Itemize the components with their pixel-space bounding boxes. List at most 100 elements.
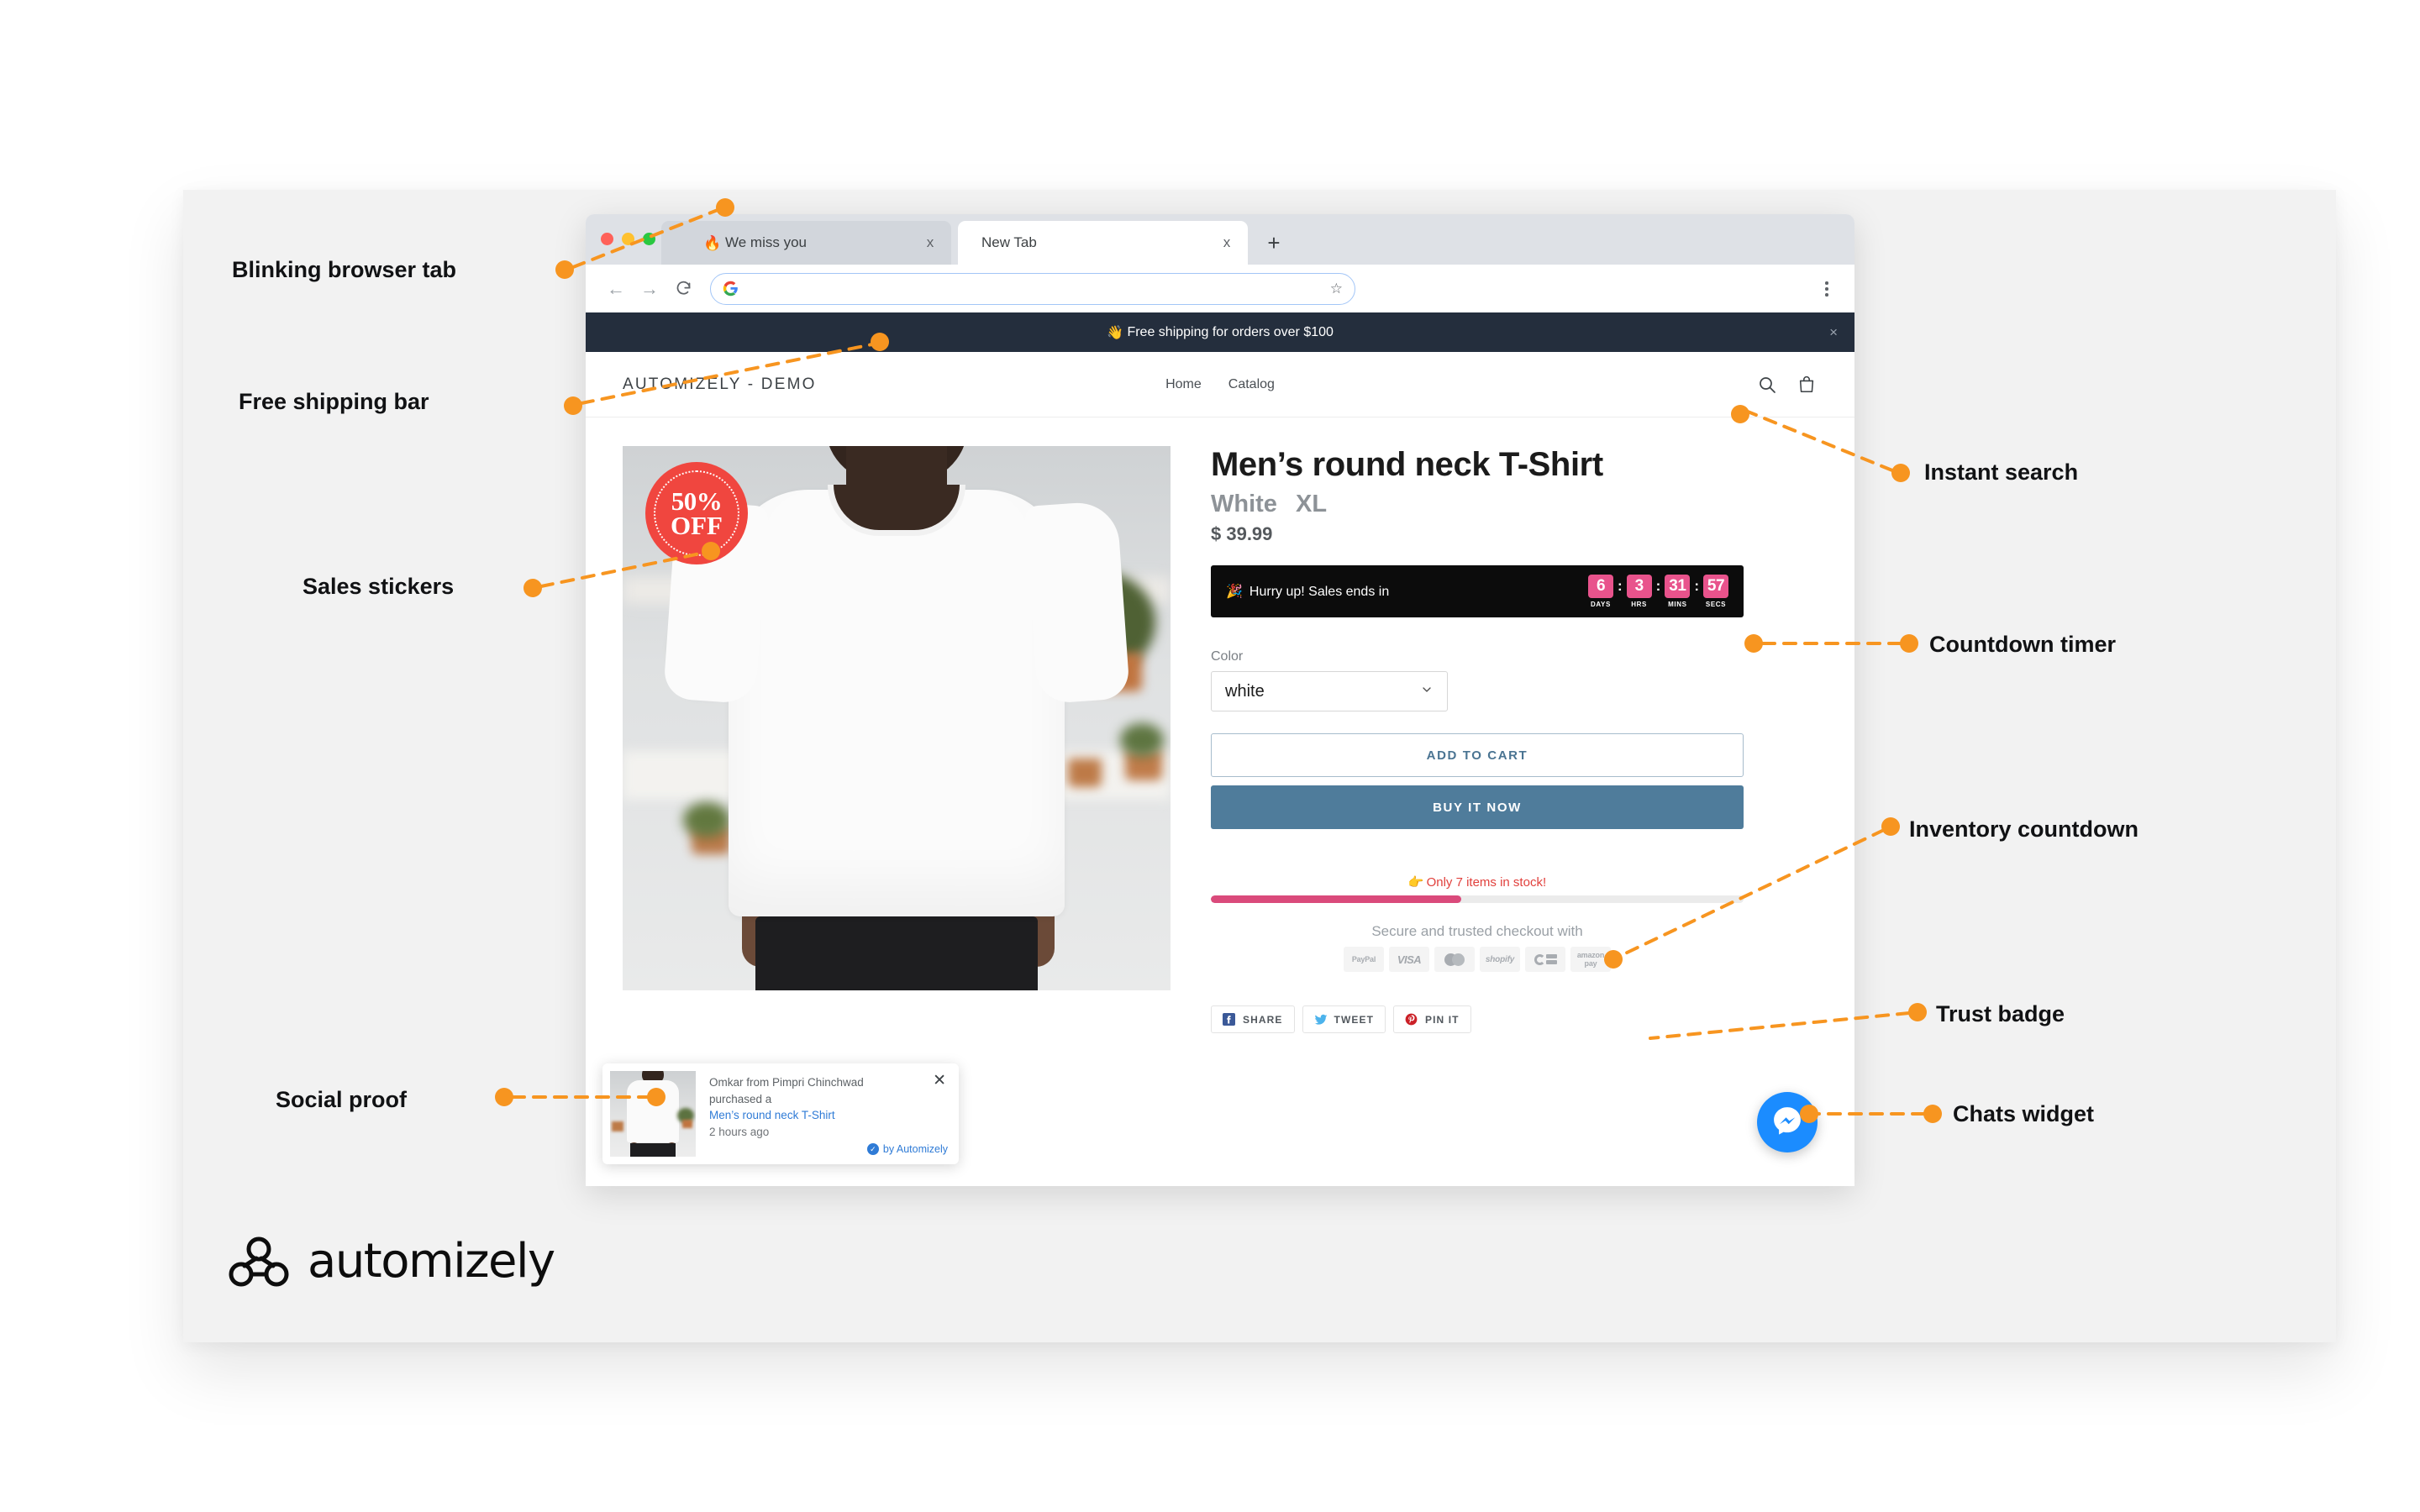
party-popper-icon: 🎉 [1226,585,1243,599]
annotation-social-proof: Social proof [276,1087,408,1112]
nav-item-catalog[interactable]: Catalog [1228,377,1275,392]
close-popup-button[interactable]: ✕ [933,1073,946,1089]
free-shipping-text: Free shipping for orders over $100 [1127,324,1334,339]
automizely-mark-icon [229,1236,289,1288]
chat-widget-button[interactable] [1757,1092,1818,1152]
messenger-icon [1769,1102,1806,1143]
store-header: AUTOMIZELY - DEMO Home Catalog [586,352,1854,417]
close-shipping-bar-button[interactable]: × [1829,324,1838,341]
bookmark-star-icon[interactable]: ☆ [1330,281,1343,297]
social-proof-attribution[interactable]: ✓ by Automizely [866,1143,948,1155]
google-g-icon [723,281,739,297]
automizely-logo: automizely [229,1234,555,1289]
maximize-window-button[interactable] [643,233,655,245]
thumbnail-image [610,1071,696,1157]
variant-size: XL [1296,491,1328,517]
share-facebook-label: SHARE [1243,1013,1283,1026]
share-pinterest-label: PIN IT [1425,1013,1460,1026]
share-twitter-button[interactable]: TWEET [1302,1005,1386,1033]
countdown-timer: 🎉 Hurry up! Sales ends in 6 DAYS : 3 HRS … [1211,565,1744,617]
background-pot [1068,759,1102,787]
countdown-separator: : [1655,578,1661,594]
share-twitter-label: TWEET [1334,1013,1375,1026]
pinterest-icon [1405,1013,1418,1026]
countdown-message-text: Hurry up! Sales ends in [1249,585,1390,599]
annotation-trust-badge: Trust badge [1936,1001,2065,1026]
social-proof-popup[interactable]: ✕ Omkar from Pimpri Chinchwad purchased … [602,1063,959,1164]
share-buttons: SHARE TWEET PIN IT [1211,1005,1818,1033]
social-proof-by-label: by Automizely [882,1143,948,1155]
address-bar[interactable]: ☆ [710,272,1355,305]
visa-icon: VISA [1389,947,1429,972]
automizely-wordmark: automizely [308,1234,555,1289]
social-proof-line-2: purchased a [709,1092,772,1105]
tab-title: We miss you [725,234,807,250]
product-image[interactable]: 50% OFF [623,446,1171,990]
amazon-pay-icon: amazon pay [1570,947,1611,972]
nav-item-home[interactable]: Home [1165,377,1202,392]
free-shipping-bar: 👋 Free shipping for orders over $100 × [586,312,1854,352]
window-traffic-lights [601,233,655,245]
sale-sticker-percent: 50% [671,486,723,516]
store-nav: Home Catalog [1165,377,1275,392]
fire-icon: 🔥 [703,234,722,251]
sale-sticker: 50% OFF [639,456,754,570]
product-tshirt [662,485,1131,916]
add-to-cart-button[interactable]: ADD TO CART [1211,733,1744,777]
close-window-button[interactable] [601,233,613,245]
back-icon[interactable]: ← [599,272,633,306]
share-facebook-button[interactable]: SHARE [1211,1005,1295,1033]
product-variant: White XL [1211,491,1818,518]
stock-progress-fill [1211,895,1461,903]
browser-tab-new-tab[interactable]: New Tab x [958,221,1248,265]
facebook-icon [1223,1013,1235,1026]
search-icon[interactable] [1757,375,1777,395]
countdown-minutes-label: MINS [1668,601,1687,608]
browser-tab-we-miss-you[interactable]: 🔥 We miss you x [661,221,951,265]
social-proof-body: ✕ Omkar from Pimpri Chinchwad purchased … [696,1071,951,1157]
browser-menu-icon[interactable] [1818,280,1836,298]
verified-badge-icon: ✓ [866,1143,879,1155]
countdown-message: 🎉 Hurry up! Sales ends in [1226,583,1389,600]
close-tab-button[interactable]: x [921,234,939,252]
color-select[interactable]: white [1211,671,1448,711]
product-gallery: 50% OFF [623,446,1171,1033]
color-select-value: white [1225,681,1265,701]
new-tab-button[interactable]: + [1262,231,1286,255]
share-pinterest-button[interactable]: PIN IT [1393,1005,1471,1033]
pointing-hand-icon: 👉 [1407,875,1424,890]
stock-progress-track [1211,895,1744,903]
product-price: $ 39.99 [1211,523,1273,544]
countdown-unit-hours: 3 HRS [1625,575,1654,608]
countdown-hours-label: HRS [1631,601,1647,608]
close-tab-button[interactable]: x [1218,234,1236,252]
browser-toolbar: ← → ☆ [586,265,1854,312]
stock-text-label: Only 7 items in stock! [1426,875,1547,890]
product-title: Men’s round neck T-Shirt [1211,446,1603,483]
store-brand[interactable]: AUTOMIZELY - DEMO [623,375,817,394]
countdown-seconds-value: 57 [1703,575,1728,598]
background-plant [1120,723,1164,757]
countdown-separator: : [1617,578,1623,594]
trust-heading: Secure and trusted checkout with [1371,923,1583,939]
countdown-hours-value: 3 [1626,575,1652,598]
buy-it-now-button[interactable]: BUY IT NOW [1211,785,1744,829]
annotation-chats-widget: Chats widget [1953,1101,2095,1126]
color-option-label: Color [1211,649,1244,664]
countdown-seconds-label: SECS [1705,601,1727,608]
cart-icon[interactable] [1797,375,1818,395]
mastercard-icon [1434,947,1475,972]
stock-text: 👉 Only 7 items in stock! [1211,874,1744,890]
reload-icon[interactable] [666,272,700,306]
wave-icon: 👋 [1107,325,1123,340]
twitter-icon [1314,1013,1327,1026]
annotation-free-shipping-bar: Free shipping bar [239,389,429,414]
countdown-minutes-value: 31 [1665,575,1691,598]
countdown-unit-seconds: 57 SECS [1702,575,1730,608]
countdown-separator: : [1694,578,1699,594]
social-proof-line-1: Omkar from Pimpri Chinchwad [709,1076,864,1089]
minimize-window-button[interactable] [622,233,634,245]
forward-icon[interactable]: → [633,272,666,306]
social-proof-product-link[interactable]: Men’s round neck T-Shirt [709,1107,951,1124]
countdown-clock: 6 DAYS : 3 HRS : 31 MINS : 57 SECS [1586,575,1730,608]
